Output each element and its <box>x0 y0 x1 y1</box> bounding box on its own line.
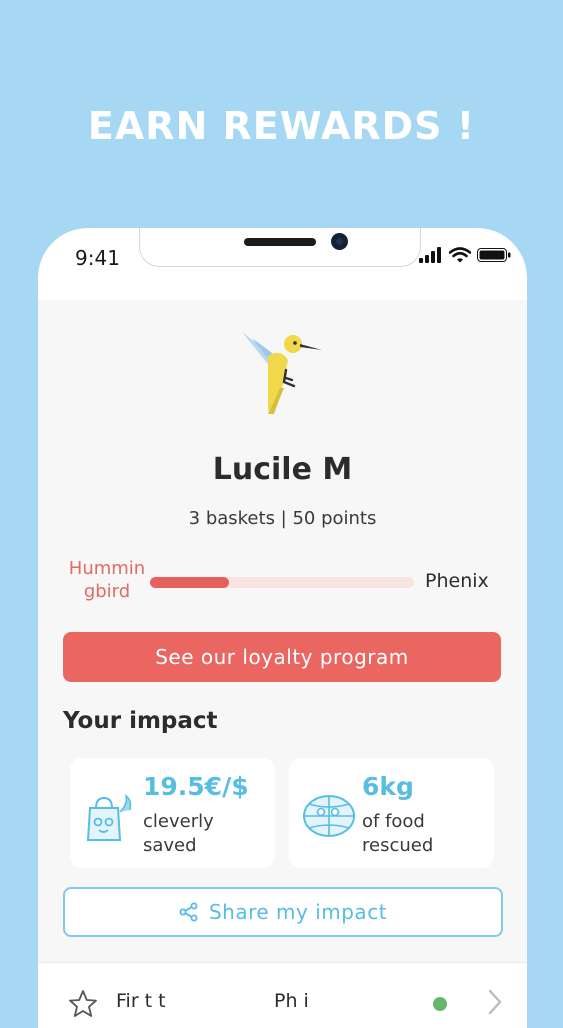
rescued-label-line2: rescued <box>362 835 434 856</box>
saved-label-line2: saved <box>143 835 197 856</box>
current-level-line1: Hummin <box>68 558 146 579</box>
reward-item-level: Ph i <box>274 990 309 1012</box>
status-time: 9:41 <box>75 246 120 270</box>
saved-label-line1: cleverly <box>143 811 214 832</box>
current-level-label: Hummin gbird <box>62 557 152 603</box>
chevron-right-icon <box>488 989 502 1015</box>
speaker-grill <box>244 238 316 246</box>
reward-item-label: Fir t t <box>116 990 166 1012</box>
shopping-bag-icon <box>86 794 132 841</box>
profile-screen: Lucile M 3 baskets | 50 points Hummin gb… <box>38 300 527 1028</box>
star-icon <box>69 990 97 1017</box>
camera-icon <box>331 233 348 250</box>
signal-icon <box>419 247 441 263</box>
impact-card-saved: 19.5€/$ cleverly saved <box>70 758 275 868</box>
globe-icon <box>303 795 355 837</box>
current-level-line2: gbird <box>83 581 131 602</box>
phone-notch <box>139 228 421 267</box>
level-progress-bar <box>150 577 414 588</box>
rewards-list-item[interactable]: Fir t t Ph i <box>38 962 527 1028</box>
saved-label: cleverly saved <box>143 810 273 858</box>
status-icons <box>419 247 511 263</box>
headline: EARN REWARDS ! <box>87 104 476 148</box>
hummingbird-avatar <box>242 332 322 414</box>
impact-card-rescued: 6kg of food rescued <box>289 758 494 868</box>
user-name: Lucile M <box>212 452 353 487</box>
level-progress-fill <box>150 577 230 588</box>
phone-frame: 9:41 Lucile M 3 baskets | 50 points Humm… <box>38 228 527 1028</box>
impact-title: Your impact <box>63 708 218 734</box>
share-impact-button[interactable]: Share my impact <box>63 887 503 937</box>
next-level-label: Phenix <box>425 570 489 592</box>
loyalty-program-button[interactable]: See our loyalty program <box>63 632 501 682</box>
rescued-label-line1: of food <box>362 811 425 832</box>
status-dot <box>433 997 447 1011</box>
battery-icon <box>477 248 511 262</box>
share-impact-label: Share my impact <box>208 900 388 924</box>
saved-value: 19.5€/$ <box>143 772 249 801</box>
rescued-value: 6kg <box>362 772 414 801</box>
share-icon <box>179 902 198 922</box>
rescued-label: of food rescued <box>362 810 492 858</box>
user-stats: 3 baskets | 50 points <box>188 508 377 529</box>
wifi-icon <box>449 247 471 263</box>
